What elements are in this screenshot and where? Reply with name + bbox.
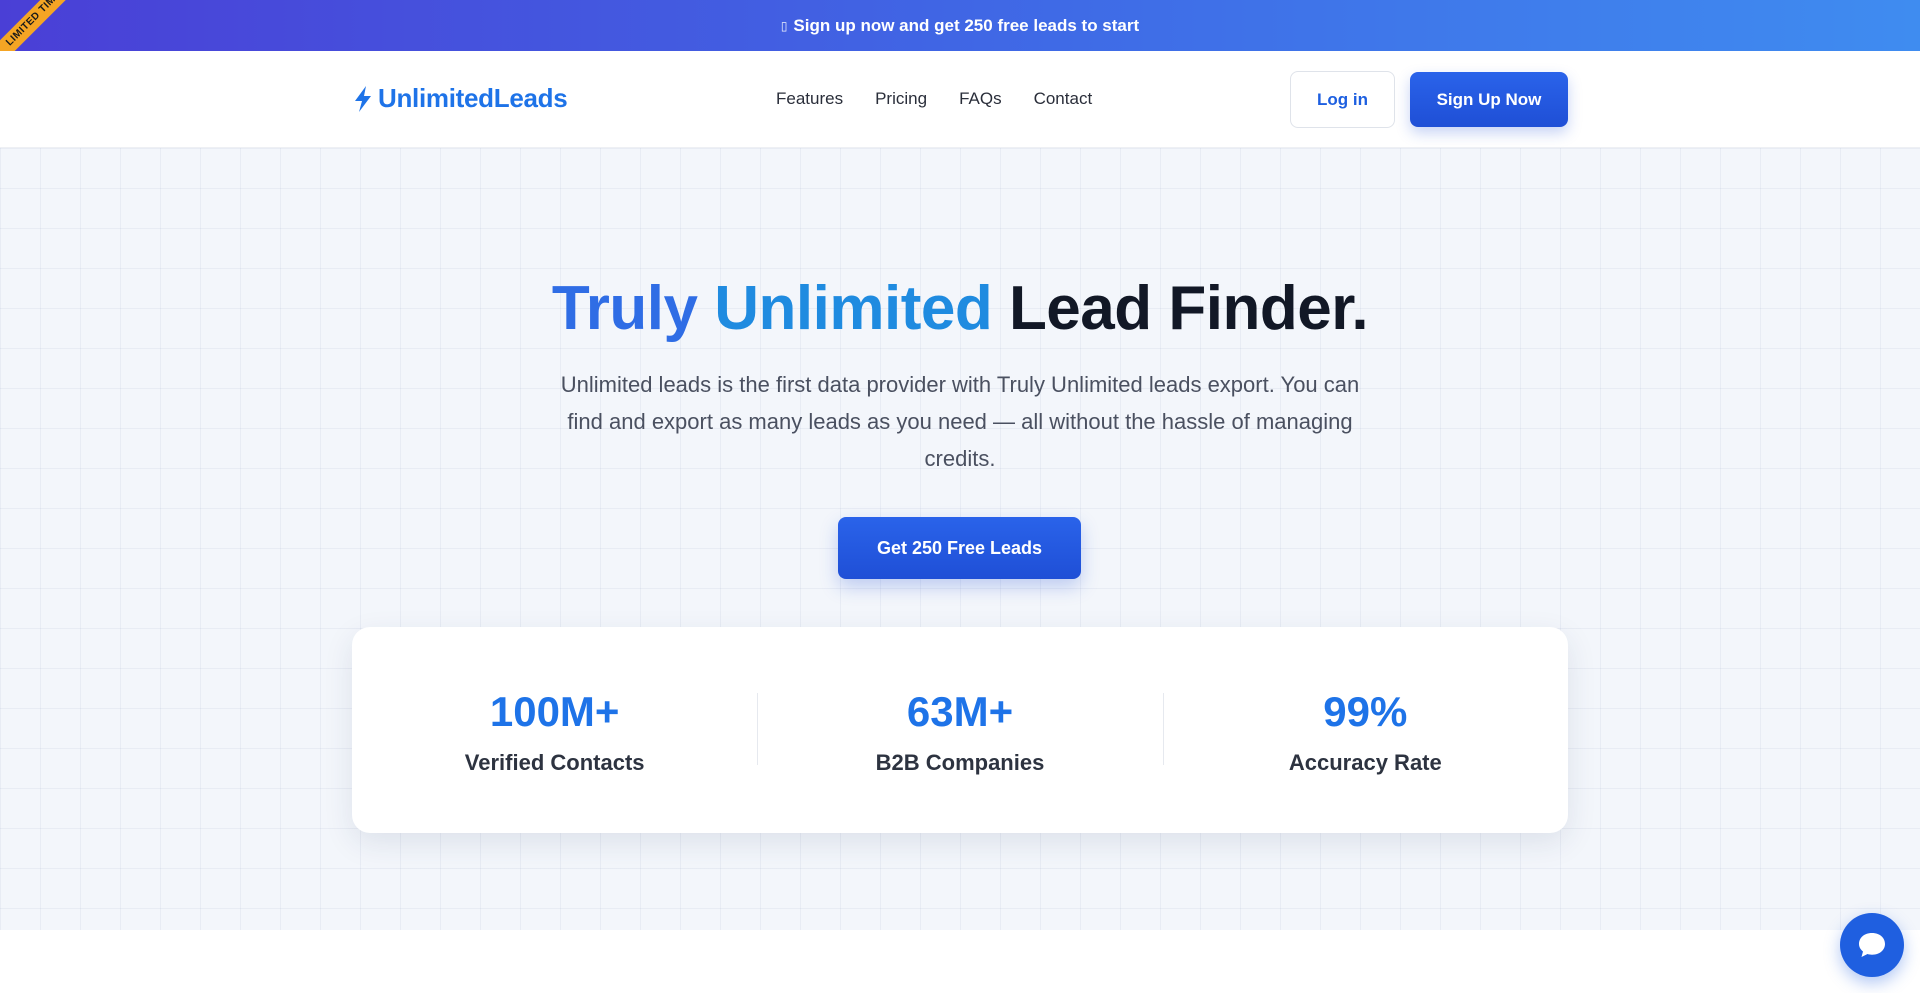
chat-bubble-icon [1859, 933, 1885, 957]
promo-message[interactable]: ▯ Sign up now and get 250 free leads to … [781, 16, 1139, 36]
stat-value: 63M+ [906, 688, 1014, 735]
hero-title-unlimited: Unlimited [714, 274, 993, 343]
get-free-leads-button[interactable]: Get 250 Free Leads [838, 517, 1081, 579]
nav-link-pricing[interactable]: Pricing [875, 89, 927, 109]
stat-value: 100M+ [489, 688, 620, 735]
site-logo[interactable]: UnlimitedLeads [352, 83, 568, 114]
hero-title: Truly Unlimited Lead Finder. [0, 273, 1920, 344]
nav-links: Features Pricing FAQs Contact [776, 89, 1092, 109]
stat-label: Accuracy Rate [1288, 750, 1442, 775]
hero-title-truly: Truly [551, 274, 698, 343]
top-promo-banner: LIMITED TIME ▯ Sign up now and get 250 f… [0, 0, 1920, 51]
stats-card: 100M+ Verified Contacts 63M+ B2B Compani… [352, 627, 1568, 833]
hero-section: Truly Unlimited Lead Finder. Unlimited l… [0, 148, 1920, 930]
stat-accuracy-rate: 99% Accuracy Rate [1162, 627, 1568, 833]
promo-text: Sign up now and get 250 free leads to st… [793, 15, 1140, 35]
main-navbar: UnlimitedLeads Features Pricing FAQs Con… [0, 51, 1920, 148]
stat-b2b-companies: 63M+ B2B Companies [757, 627, 1162, 833]
nav-link-features[interactable]: Features [776, 89, 843, 109]
hero-title-lead-finder: Lead Finder. [1008, 274, 1369, 343]
limited-time-ribbon: LIMITED TIME [0, 0, 90, 51]
nav-link-contact[interactable]: Contact [1034, 89, 1093, 109]
stat-label: B2B Companies [875, 750, 1045, 775]
lightning-bolt-icon [355, 85, 371, 112]
chat-widget-button[interactable] [1840, 913, 1904, 977]
login-button[interactable]: Log in [1290, 71, 1395, 128]
gift-icon: ▯ [780, 18, 788, 33]
nav-link-faqs[interactable]: FAQs [959, 89, 1002, 109]
hero-subtitle: Unlimited leads is the first data provid… [560, 372, 1360, 471]
stat-verified-contacts: 100M+ Verified Contacts [352, 627, 757, 833]
stat-value: 99% [1323, 688, 1408, 735]
signup-button[interactable]: Sign Up Now [1410, 72, 1568, 127]
logo-text: UnlimitedLeads [378, 83, 568, 113]
stat-label: Verified Contacts [464, 750, 645, 775]
